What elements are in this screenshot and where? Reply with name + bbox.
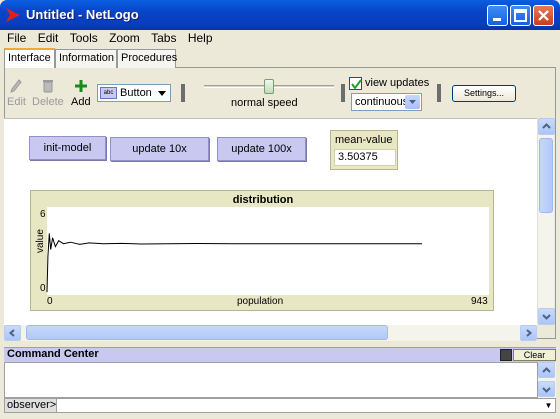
menu-edit[interactable]: Edit (35, 30, 64, 45)
update-10x-button[interactable]: update 10x (110, 137, 209, 161)
maximize-button[interactable] (510, 5, 531, 26)
plot-canvas (46, 207, 489, 295)
toolbar-separator (181, 84, 185, 102)
menu-tabs[interactable]: Tabs (148, 30, 181, 45)
command-center-header: Command Center Clear (4, 347, 556, 362)
scroll-down-button[interactable] (538, 381, 555, 397)
chevron-down-icon (542, 314, 551, 320)
chevron-left-icon (8, 329, 15, 337)
view-updates-label: view updates (365, 77, 430, 89)
maximize-icon[interactable] (500, 349, 512, 361)
y-max-tick: 6 (40, 209, 46, 220)
button-widget-icon: abc (100, 87, 117, 99)
menu-help[interactable]: Help (185, 30, 218, 45)
chevron-down-icon (158, 91, 166, 96)
close-button[interactable] (533, 5, 554, 26)
toolbar-separator (437, 84, 441, 102)
y-min-tick: 0 (40, 283, 46, 294)
init-model-button[interactable]: init-model (29, 136, 106, 160)
tab-information[interactable]: Information (55, 49, 117, 68)
scroll-up-button[interactable] (538, 118, 555, 135)
agent-type-selector[interactable]: observer> (5, 399, 57, 412)
edit-label: Edit (7, 96, 26, 108)
delete-button[interactable]: Delete (32, 79, 64, 108)
add-button[interactable]: Add (71, 79, 91, 108)
widget-type-label: Button (120, 87, 152, 99)
checkmark-icon (351, 79, 362, 90)
command-output[interactable] (4, 362, 538, 398)
settings-button[interactable]: Settings... (452, 85, 516, 102)
speed-slider-thumb[interactable] (264, 79, 274, 94)
distribution-plot[interactable]: distribution value 6 0 0 population 943 (30, 190, 494, 311)
scroll-up-button[interactable] (538, 362, 555, 378)
speed-label: normal speed (231, 97, 298, 109)
update-mode-value: continuous (355, 96, 409, 108)
command-input-row[interactable]: observer> ▼ (4, 398, 556, 413)
x-min-tick: 0 (47, 296, 53, 307)
tab-procedures[interactable]: Procedures (117, 49, 177, 68)
menu-zoom[interactable]: Zoom (106, 30, 145, 45)
chevron-down-icon (542, 387, 551, 393)
x-max-tick: 943 (471, 296, 488, 307)
netlogo-logo-icon (6, 8, 20, 22)
chevron-down-icon (405, 95, 420, 109)
minimize-icon (493, 18, 501, 21)
toolbar-separator (341, 84, 345, 102)
scroll-down-button[interactable] (538, 308, 555, 325)
menu-file[interactable]: File (4, 30, 31, 45)
title-bar[interactable]: Untitled - NetLogo (0, 0, 560, 30)
tab-interface[interactable]: Interface (4, 48, 55, 68)
scroll-left-button[interactable] (4, 325, 21, 341)
close-icon (538, 10, 549, 21)
chevron-up-icon (542, 123, 551, 129)
monitor-value: 3.50375 (334, 149, 396, 166)
monitor-label: mean-value (335, 134, 393, 146)
pencil-icon (10, 79, 23, 93)
widget-type-dropdown[interactable]: abc Button (97, 84, 171, 102)
vertical-scroll-thumb[interactable] (539, 138, 553, 213)
y-axis-label: value (35, 229, 46, 253)
add-label: Add (71, 96, 91, 108)
trash-icon (42, 80, 53, 93)
minimize-button[interactable] (487, 5, 508, 26)
x-axis-label: population (237, 296, 284, 307)
plot-area (47, 207, 489, 295)
clear-button[interactable]: Clear (513, 349, 556, 361)
delete-label: Delete (32, 96, 64, 108)
update-100x-button[interactable]: update 100x (217, 137, 306, 161)
menu-tools[interactable]: Tools (67, 30, 103, 45)
plus-icon (74, 80, 87, 92)
edit-button[interactable]: Edit (7, 79, 26, 108)
maximize-icon (514, 9, 527, 22)
command-center-title: Command Center (7, 348, 99, 360)
menu-bar: File Edit Tools Zoom Tabs Help (4, 30, 556, 48)
mean-value-monitor[interactable]: mean-value 3.50375 (330, 130, 398, 170)
chevron-right-icon (526, 329, 533, 337)
view-updates-checkbox[interactable] (349, 77, 362, 90)
window-title: Untitled - NetLogo (26, 7, 139, 22)
command-output-scrollbar[interactable] (538, 362, 556, 398)
history-dropdown-icon[interactable]: ▼ (542, 399, 555, 412)
scroll-right-button[interactable] (520, 325, 537, 341)
horizontal-scroll-thumb[interactable] (26, 325, 388, 340)
chevron-up-icon (542, 367, 551, 373)
update-mode-select[interactable]: continuous (351, 93, 422, 111)
